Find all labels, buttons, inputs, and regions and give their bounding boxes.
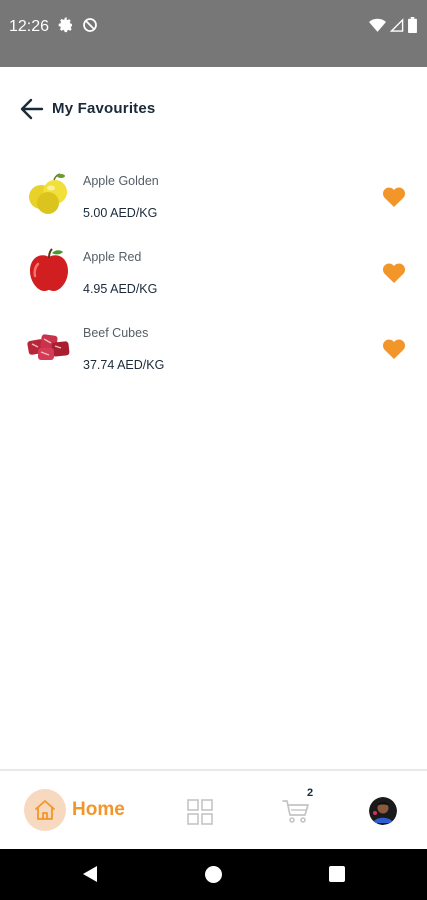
nav-cart[interactable]	[282, 798, 310, 824]
cart-count-badge: 2	[307, 787, 314, 799]
product-price: 4.95 AED/KG	[83, 282, 158, 296]
system-navigation-bar	[0, 849, 427, 900]
heart-icon	[382, 339, 406, 359]
beef-cubes-image	[27, 334, 70, 360]
favourite-toggle[interactable]	[382, 186, 406, 208]
cart-icon	[282, 800, 309, 823]
status-right-icons	[369, 17, 417, 33]
red-apple-image	[30, 248, 68, 291]
product-name: Beef Cubes	[83, 326, 149, 340]
do-not-disturb-icon	[83, 18, 97, 32]
recents-square-icon[interactable]	[329, 866, 345, 882]
page-title: My Favourites	[52, 100, 156, 117]
status-bar: 12:26	[0, 0, 427, 67]
home-icon	[35, 800, 55, 820]
header: My Favourites	[0, 90, 427, 130]
status-left-icons	[58, 17, 98, 33]
nav-profile[interactable]	[369, 797, 397, 825]
grid-icon	[187, 799, 213, 825]
favourite-toggle[interactable]	[382, 338, 406, 360]
product-name: Apple Red	[83, 250, 142, 264]
list-item[interactable]: Apple Red 4.95 AED/KG	[0, 234, 427, 310]
wifi-icon	[369, 18, 386, 32]
list-item[interactable]: Apple Golden 5.00 AED/KG	[0, 158, 427, 234]
heart-icon	[382, 187, 406, 207]
nav-home[interactable]: Home	[24, 789, 125, 831]
nav-home-label: Home	[72, 799, 125, 820]
home-icon-circle	[24, 789, 66, 831]
favourites-list: Apple Golden 5.00 AED/KG Apple Red 4.95 …	[0, 158, 427, 386]
cell-signal-icon	[390, 17, 404, 32]
list-item[interactable]: Beef Cubes 37.74 AED/KG	[0, 310, 427, 386]
home-circle-icon[interactable]	[205, 866, 222, 883]
product-price: 37.74 AED/KG	[83, 358, 165, 372]
golden-apple-image	[29, 173, 67, 214]
settings-icon	[58, 17, 72, 33]
bottom-nav: Home 2	[0, 769, 427, 849]
arrow-left-icon	[20, 98, 44, 120]
favourite-toggle[interactable]	[382, 262, 406, 284]
product-price: 5.00 AED/KG	[83, 206, 158, 220]
back-triangle-icon[interactable]	[82, 865, 98, 883]
back-button[interactable]	[20, 98, 46, 122]
heart-icon	[382, 263, 406, 283]
status-time: 12:26	[9, 18, 50, 35]
profile-avatar	[369, 797, 397, 825]
product-name: Apple Golden	[83, 174, 159, 188]
battery-icon	[408, 17, 417, 33]
nav-categories[interactable]	[187, 799, 213, 825]
